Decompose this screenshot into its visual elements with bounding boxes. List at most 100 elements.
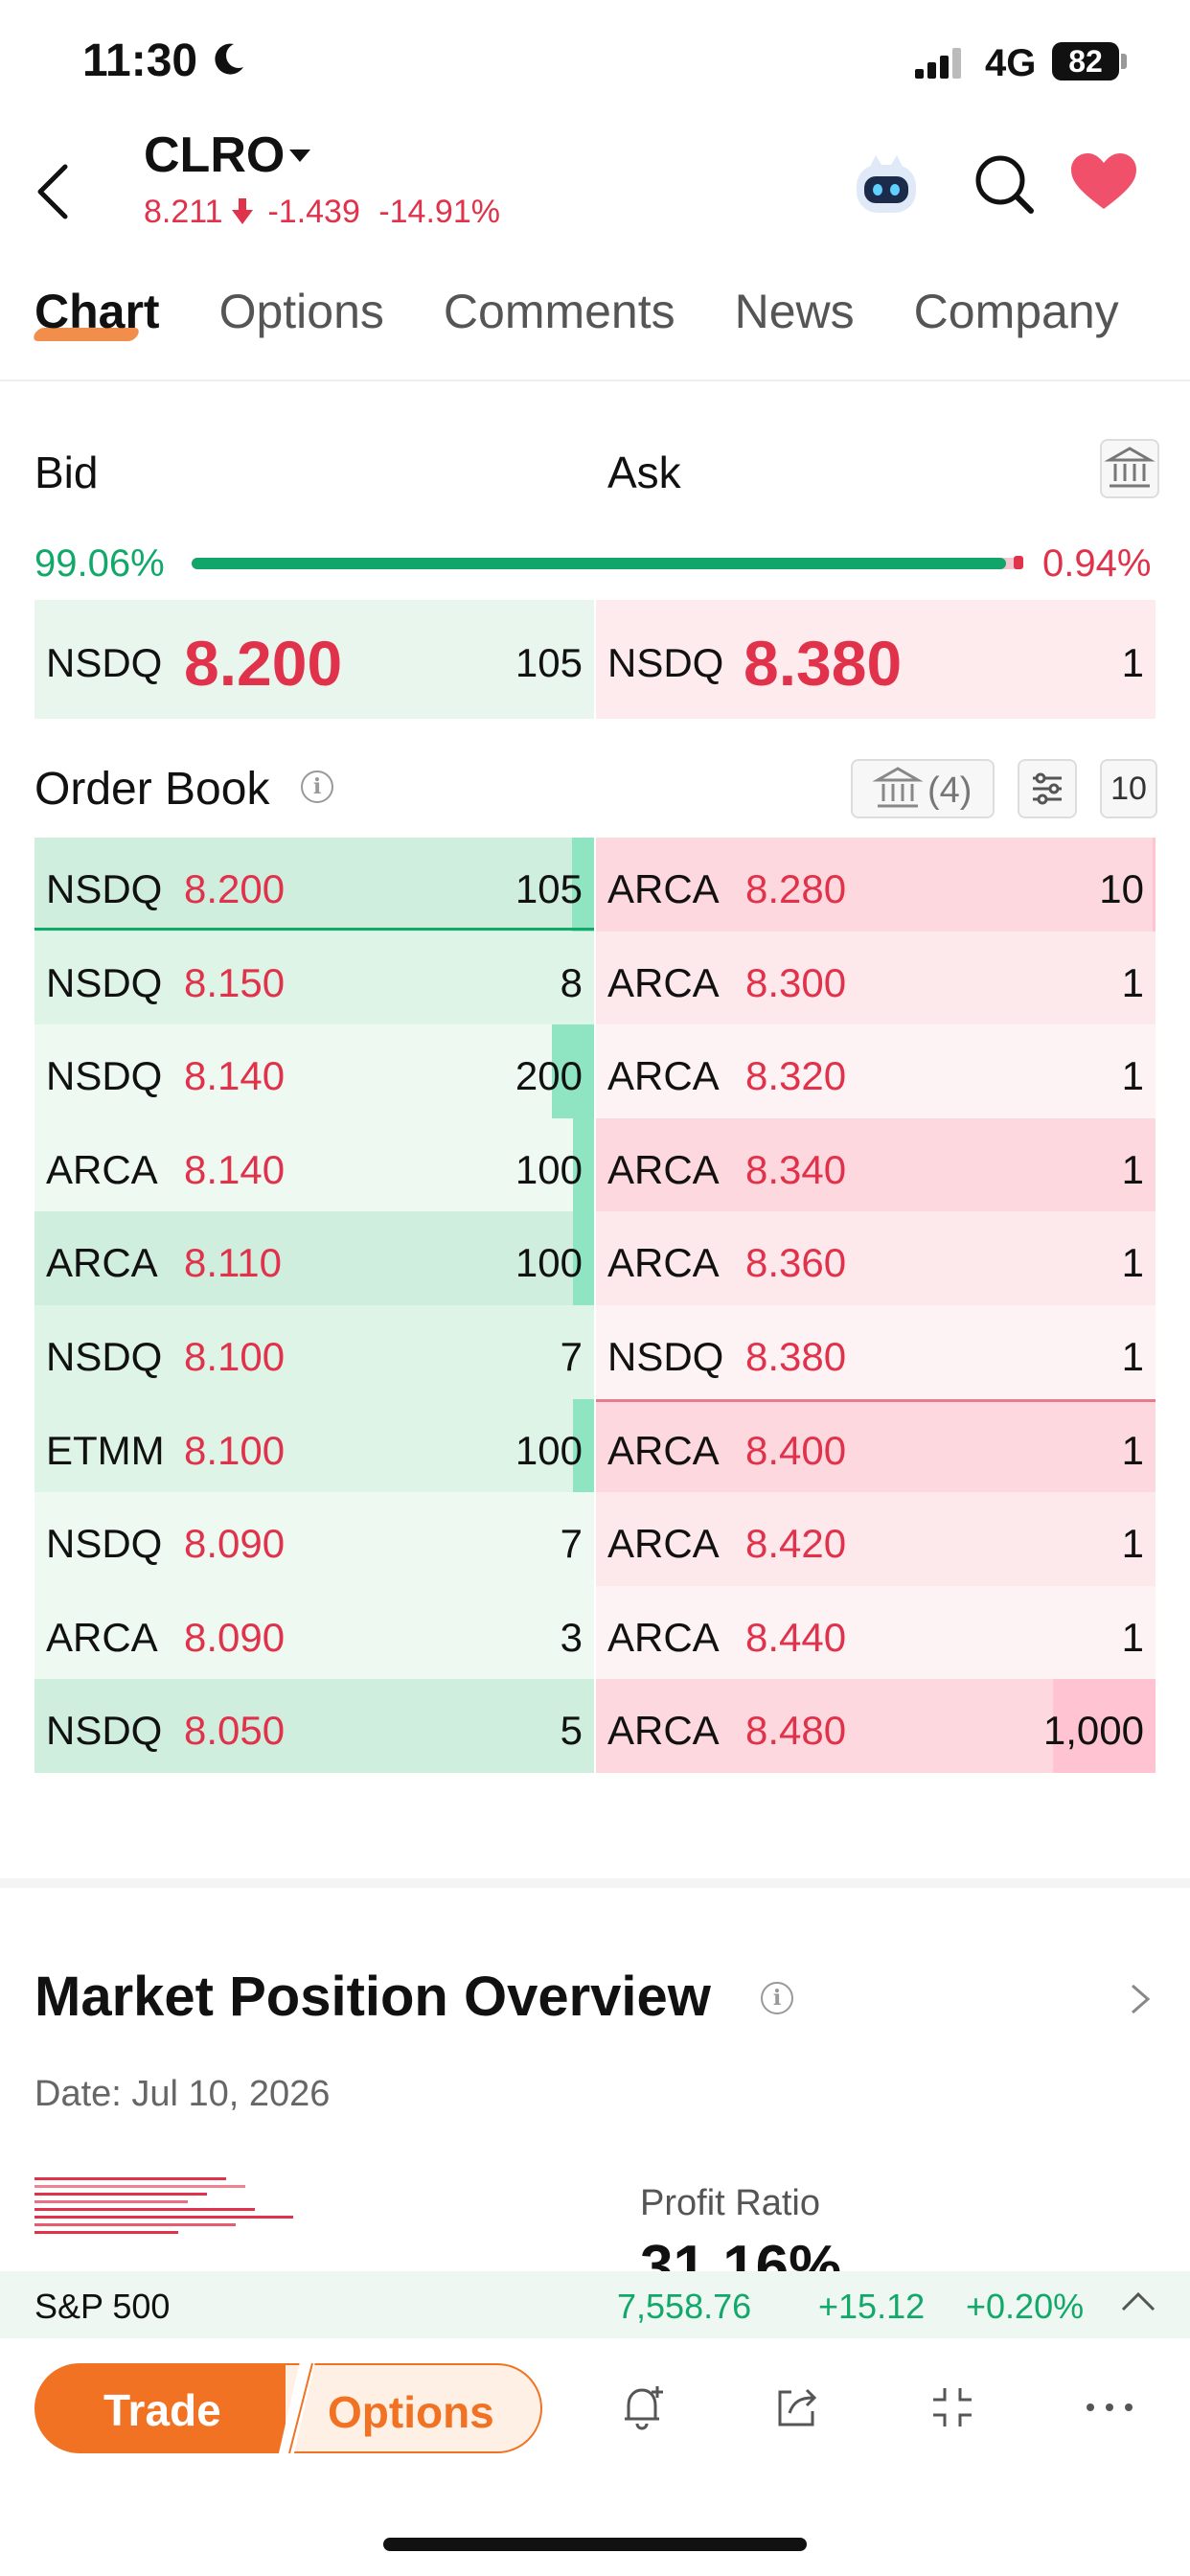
best-bid-size: 105 [515, 640, 583, 685]
market-position-date: Date: Jul 10, 2026 [34, 2074, 331, 2114]
share-icon[interactable] [770, 2380, 824, 2434]
tab-options[interactable]: Options [219, 284, 384, 339]
chevron-right-icon[interactable] [1129, 1982, 1152, 2016]
bid-size: 5 [560, 1708, 583, 1754]
trade-button[interactable]: Trade [34, 2363, 293, 2453]
best-bid-separator [34, 928, 594, 931]
best-ask-size: 1 [1121, 640, 1144, 685]
options-button[interactable]: Options [284, 2363, 542, 2453]
ask-price: 8.480 [745, 1708, 847, 1754]
price-change: -1.439 [267, 194, 360, 230]
market-position-title[interactable]: Market Position Overview [34, 1965, 711, 2029]
profit-ratio-label: Profit Ratio [640, 2183, 820, 2223]
ask-exchange: ARCA [607, 1427, 720, 1473]
exchange-bank-button[interactable] [1100, 439, 1159, 498]
order-book-row: ARCA 8.140 100 ARCA 8.340 1 [34, 1117, 1156, 1212]
bid-percent: 99.06% [34, 542, 165, 585]
bid-price: 8.090 [184, 1614, 286, 1660]
ask-exchange: ARCA [607, 1708, 720, 1754]
collapse-icon[interactable] [926, 2380, 979, 2434]
section-divider [0, 1878, 1190, 1888]
bank-icon [872, 767, 924, 808]
bid-level: NSDQ 8.150 8 [34, 931, 594, 1025]
bid-level: ARCA 8.090 3 [34, 1585, 594, 1680]
bid-exchange: ARCA [46, 1146, 158, 1192]
ask-size: 1 [1121, 1053, 1144, 1099]
index-name: S&P 500 [34, 2287, 171, 2326]
bid-size: 200 [515, 1053, 583, 1099]
ai-assistant-icon[interactable] [851, 153, 922, 220]
order-book-row: NSDQ 8.050 5 ARCA 8.480 1,000 [34, 1679, 1156, 1773]
order-book-settings-button[interactable] [1018, 759, 1077, 818]
battery-tip [1121, 54, 1127, 69]
ask-exchange: ARCA [607, 1146, 720, 1192]
ask-size: 1 [1121, 1521, 1144, 1567]
order-book-exchanges-button[interactable]: (4) [851, 759, 995, 818]
bank-icon [1104, 447, 1156, 488]
bid-exchange: ETMM [46, 1427, 165, 1473]
chip-distribution-chart [34, 2175, 322, 2242]
ask-level: ARCA 8.300 1 [596, 931, 1156, 1025]
ask-exchange: NSDQ [607, 1334, 724, 1379]
bid-exchange: NSDQ [46, 959, 163, 1005]
bid-price: 8.150 [184, 959, 286, 1005]
bid-exchange: NSDQ [46, 866, 163, 911]
best-bid-exchange: NSDQ [46, 640, 163, 685]
price-alert-icon[interactable] [617, 2380, 671, 2434]
bid-exchange: NSDQ [46, 1708, 163, 1754]
market-position-info-icon[interactable]: i [761, 1982, 793, 2014]
bid-level: NSDQ 8.090 7 [34, 1492, 594, 1586]
search-icon[interactable] [973, 153, 1037, 217]
order-book-row: ARCA 8.090 3 ARCA 8.440 1 [34, 1585, 1156, 1680]
ask-price: 8.420 [745, 1521, 847, 1567]
ask-price: 8.280 [745, 866, 847, 911]
bid-price: 8.140 [184, 1053, 286, 1099]
bid-size: 100 [515, 1427, 583, 1473]
order-book-row: NSDQ 8.100 7 NSDQ 8.380 1 [34, 1305, 1156, 1399]
best-bid-panel: NSDQ 8.200 105 [34, 600, 594, 719]
ask-exchange: ARCA [607, 959, 720, 1005]
order-book-title: Order Book [34, 764, 270, 815]
best-ask-exchange: NSDQ [607, 640, 724, 685]
ticker-dropdown-icon[interactable] [289, 150, 310, 162]
best-ask-panel: NSDQ 8.380 1 [596, 600, 1156, 719]
order-book-row: NSDQ 8.140 200 ARCA 8.320 1 [34, 1024, 1156, 1118]
ask-percent: 0.94% [1042, 542, 1152, 585]
bid-size: 8 [560, 959, 583, 1005]
ask-size-bar [1153, 838, 1156, 932]
watchlist-heart-icon[interactable] [1071, 153, 1136, 211]
ask-level: ARCA 8.320 1 [596, 1024, 1156, 1118]
ask-exchange: ARCA [607, 1053, 720, 1099]
tab-chart[interactable]: Chart [34, 284, 160, 339]
tab-company[interactable]: Company [914, 284, 1119, 339]
order-book-info-icon[interactable]: i [301, 770, 333, 803]
down-arrow-icon [232, 198, 254, 224]
ask-price: 8.440 [745, 1614, 847, 1660]
ask-level: ARCA 8.420 1 [596, 1492, 1156, 1586]
tab-comments[interactable]: Comments [444, 284, 675, 339]
ticker-symbol[interactable]: CLRO [144, 126, 285, 184]
order-book-row: NSDQ 8.150 8 ARCA 8.300 1 [34, 931, 1156, 1025]
index-change: +15.12 [818, 2287, 926, 2326]
bid-exchange: NSDQ [46, 1521, 163, 1567]
back-arrow-icon[interactable] [34, 163, 73, 220]
ask-price: 8.360 [745, 1240, 847, 1286]
bid-exchange: NSDQ [46, 1334, 163, 1379]
ask-size: 1 [1121, 1146, 1144, 1192]
bid-ratio-fill [192, 558, 1006, 569]
exchanges-count: (4) [927, 770, 973, 811]
ask-level: ARCA 8.340 1 [596, 1117, 1156, 1212]
order-book-depth-button[interactable]: 10 [1100, 759, 1157, 818]
ask-exchange: ARCA [607, 1521, 720, 1567]
ask-size: 10 [1099, 866, 1144, 911]
tab-divider [0, 380, 1190, 381]
bid-price: 8.100 [184, 1427, 286, 1473]
order-book-row: NSDQ 8.200 105 ARCA 8.280 10 [34, 838, 1156, 932]
ask-price: 8.400 [745, 1427, 847, 1473]
tab-news[interactable]: News [735, 284, 855, 339]
index-value: 7,558.76 [617, 2287, 752, 2326]
ask-price: 8.320 [745, 1053, 847, 1099]
chevron-up-icon[interactable] [1119, 2287, 1157, 2315]
more-icon[interactable] [1083, 2380, 1136, 2434]
ask-level: ARCA 8.440 1 [596, 1585, 1156, 1680]
